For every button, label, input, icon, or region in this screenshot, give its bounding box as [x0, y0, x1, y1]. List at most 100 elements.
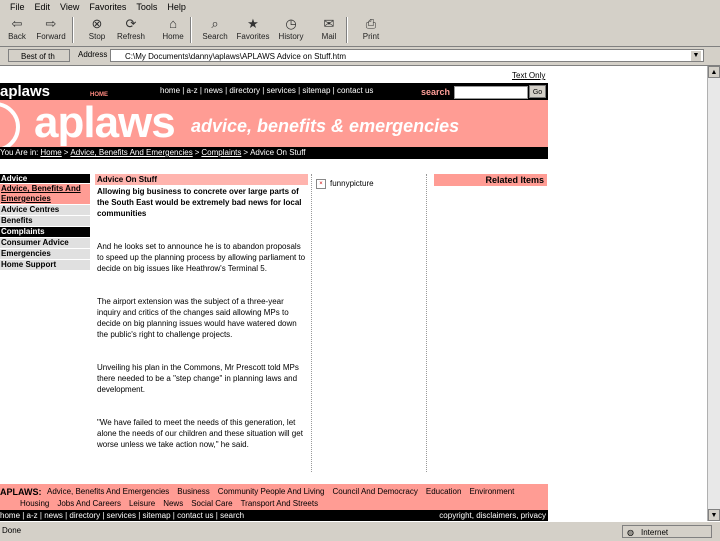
breadcrumb-item[interactable]: Home [40, 148, 61, 157]
article-paragraph: Unveiling his plan in the Commons, Mr Pr… [97, 363, 299, 394]
footer-row1: Advice, Benefits And Emergencies Business… [47, 487, 522, 496]
status-text: Done [2, 526, 22, 535]
address-value: C:\My Documents\danny\aplaws\APLAWS Advi… [125, 52, 346, 61]
toolbar-label: Search [202, 32, 228, 41]
forward-button[interactable]: ⇨ Forward [34, 15, 68, 45]
mail-button[interactable]: ✉ Mail [312, 15, 346, 45]
print-icon: ⎙ [365, 16, 377, 31]
footer-category-link[interactable]: Housing [20, 499, 49, 508]
stop-icon: ⊗ [91, 16, 103, 31]
address-bar: Best of th Address C:\My Documents\danny… [0, 47, 720, 66]
toolbar-label: Print [362, 32, 380, 41]
back-button[interactable]: ⇦ Back [0, 15, 34, 45]
toolbar-separator [346, 17, 348, 43]
top-navigation: aplaws HOME home | a-z | news | director… [0, 83, 548, 100]
vertical-scrollbar[interactable]: ▲ ▼ [707, 66, 720, 521]
breadcrumb-prefix: You Are in: [0, 148, 39, 157]
forward-arrow-icon: ⇨ [45, 16, 57, 31]
breadcrumb-item[interactable]: Complaints [201, 148, 241, 157]
refresh-button[interactable]: ⟳ Refresh [114, 15, 148, 45]
toolbar-label: Forward [36, 32, 66, 41]
sidebar-item[interactable]: Complaints [0, 227, 90, 238]
footer-category-link[interactable]: Education [426, 487, 462, 496]
search-button[interactable]: ⌕ Search [198, 15, 232, 45]
toolbar-label: Mail [321, 32, 337, 41]
menu-edit[interactable]: Edit [35, 0, 51, 14]
mail-icon: ✉ [323, 16, 335, 31]
stop-button[interactable]: ⊗ Stop [80, 15, 114, 45]
menu-favorites[interactable]: Favorites [89, 0, 126, 14]
footer-bottom-link[interactable]: a-z [27, 511, 38, 520]
menu-view[interactable]: View [60, 0, 79, 14]
footer-bottom-link[interactable]: services [107, 511, 136, 520]
browser-toolbar: ⇦ Back ⇨ Forward ⊗ Stop ⟳ Refresh ⌂ Home ⌕ Search ★ F… [0, 14, 720, 47]
related-image: × funnypicture [316, 179, 374, 189]
column-divider [311, 174, 312, 472]
history-icon: ◷ [285, 16, 297, 31]
related-image-alt: funnypicture [330, 179, 374, 189]
sidebar-item[interactable]: Home Support [0, 260, 90, 271]
footer-category-link[interactable]: Jobs And Careers [57, 499, 121, 508]
sidebar-item[interactable]: Benefits [0, 216, 90, 227]
related-items-heading: Related Items [434, 174, 547, 186]
footer-category-link[interactable]: Social Care [191, 499, 232, 508]
page-viewport: Text Only aplaws HOME home | a-z | news … [0, 66, 707, 521]
address-input[interactable]: C:\My Documents\danny\aplaws\APLAWS Advi… [110, 49, 704, 62]
toolbar-label: History [278, 32, 304, 41]
banner-logo-text: aplaws [34, 100, 176, 147]
menu-help[interactable]: Help [167, 0, 186, 14]
scroll-up-icon[interactable]: ▲ [708, 66, 720, 78]
links-button[interactable]: Best of th [8, 49, 70, 62]
search-input[interactable] [454, 86, 528, 99]
footer-bottom-link[interactable]: directory [69, 511, 100, 520]
zone-label: Internet [641, 528, 669, 537]
banner-tagline: advice, benefits & emergencies [191, 116, 460, 136]
footer-category-link[interactable]: Leisure [129, 499, 155, 508]
footer-bottom-link[interactable]: home [0, 511, 20, 520]
article-lead: Allowing big business to concrete over l… [97, 187, 302, 218]
footer-category-link[interactable]: Council And Democracy [333, 487, 418, 496]
sidebar-item[interactable]: Advice, Benefits And Emergencies [0, 184, 90, 205]
toolbar-label: Home [162, 32, 184, 41]
security-zone: ◍ Internet [622, 525, 712, 538]
menu-tools[interactable]: Tools [136, 0, 157, 14]
footer-bottom-link[interactable]: sitemap [143, 511, 171, 520]
chevron-down-icon[interactable]: ▼ [691, 51, 701, 61]
footer-bottom-link[interactable]: contact us [177, 511, 213, 520]
scroll-down-icon[interactable]: ▼ [708, 509, 720, 521]
history-button[interactable]: ◷ History [274, 15, 308, 45]
go-button[interactable]: Go [529, 85, 546, 98]
footer-category-link[interactable]: Community People And Living [218, 487, 325, 496]
footer-category-link[interactable]: Environment [469, 487, 514, 496]
sidebar-item[interactable]: Emergencies [0, 249, 90, 260]
nav-links[interactable]: home | a-z | news | directory | services… [160, 86, 373, 95]
breadcrumb-separator: > [243, 148, 249, 157]
logo-circle-icon [0, 102, 20, 147]
footer-bottom-link[interactable]: search [220, 511, 244, 520]
home-tab[interactable]: HOME [90, 92, 108, 98]
breadcrumb-item: Advice On Stuff [250, 148, 306, 157]
sidebar-item[interactable]: Advice Centres [0, 205, 90, 216]
toolbar-label: Back [8, 32, 26, 41]
footer-bottom-link[interactable]: news [44, 511, 63, 520]
address-label: Address [78, 50, 108, 59]
footer-category-link[interactable]: Transport And Streets [241, 499, 319, 508]
footer-category-link[interactable]: Advice, Benefits And Emergencies [47, 487, 169, 496]
menu-file[interactable]: File [10, 0, 25, 14]
toolbar-label: Stop [88, 32, 106, 41]
site-logo-small[interactable]: aplaws [0, 83, 50, 100]
breadcrumb-item[interactable]: Advice, Benefits And Emergencies [70, 148, 192, 157]
text-only-link[interactable]: Text Only [512, 71, 545, 80]
footer-copyright[interactable]: copyright, disclaimers, privacy [439, 510, 546, 521]
article-paragraph: The airport extension was the subject of… [97, 297, 297, 339]
breadcrumb: You Are in: Home > Advice, Benefits And Eme… [0, 147, 548, 159]
footer-category-link[interactable]: News [163, 499, 183, 508]
favorites-button[interactable]: ★ Favorites [236, 15, 270, 45]
print-button[interactable]: ⎙ Print [354, 15, 388, 45]
footer-category-link[interactable]: Business [177, 487, 209, 496]
footer-categories: APLAWS: Advice, Benefits And Emergencies… [0, 484, 548, 510]
search-icon: ⌕ [211, 16, 219, 31]
home-button[interactable]: ⌂ Home [156, 15, 190, 45]
sidebar-item[interactable]: Consumer Advice [0, 238, 90, 249]
sidebar-item[interactable]: Advice [0, 174, 90, 184]
